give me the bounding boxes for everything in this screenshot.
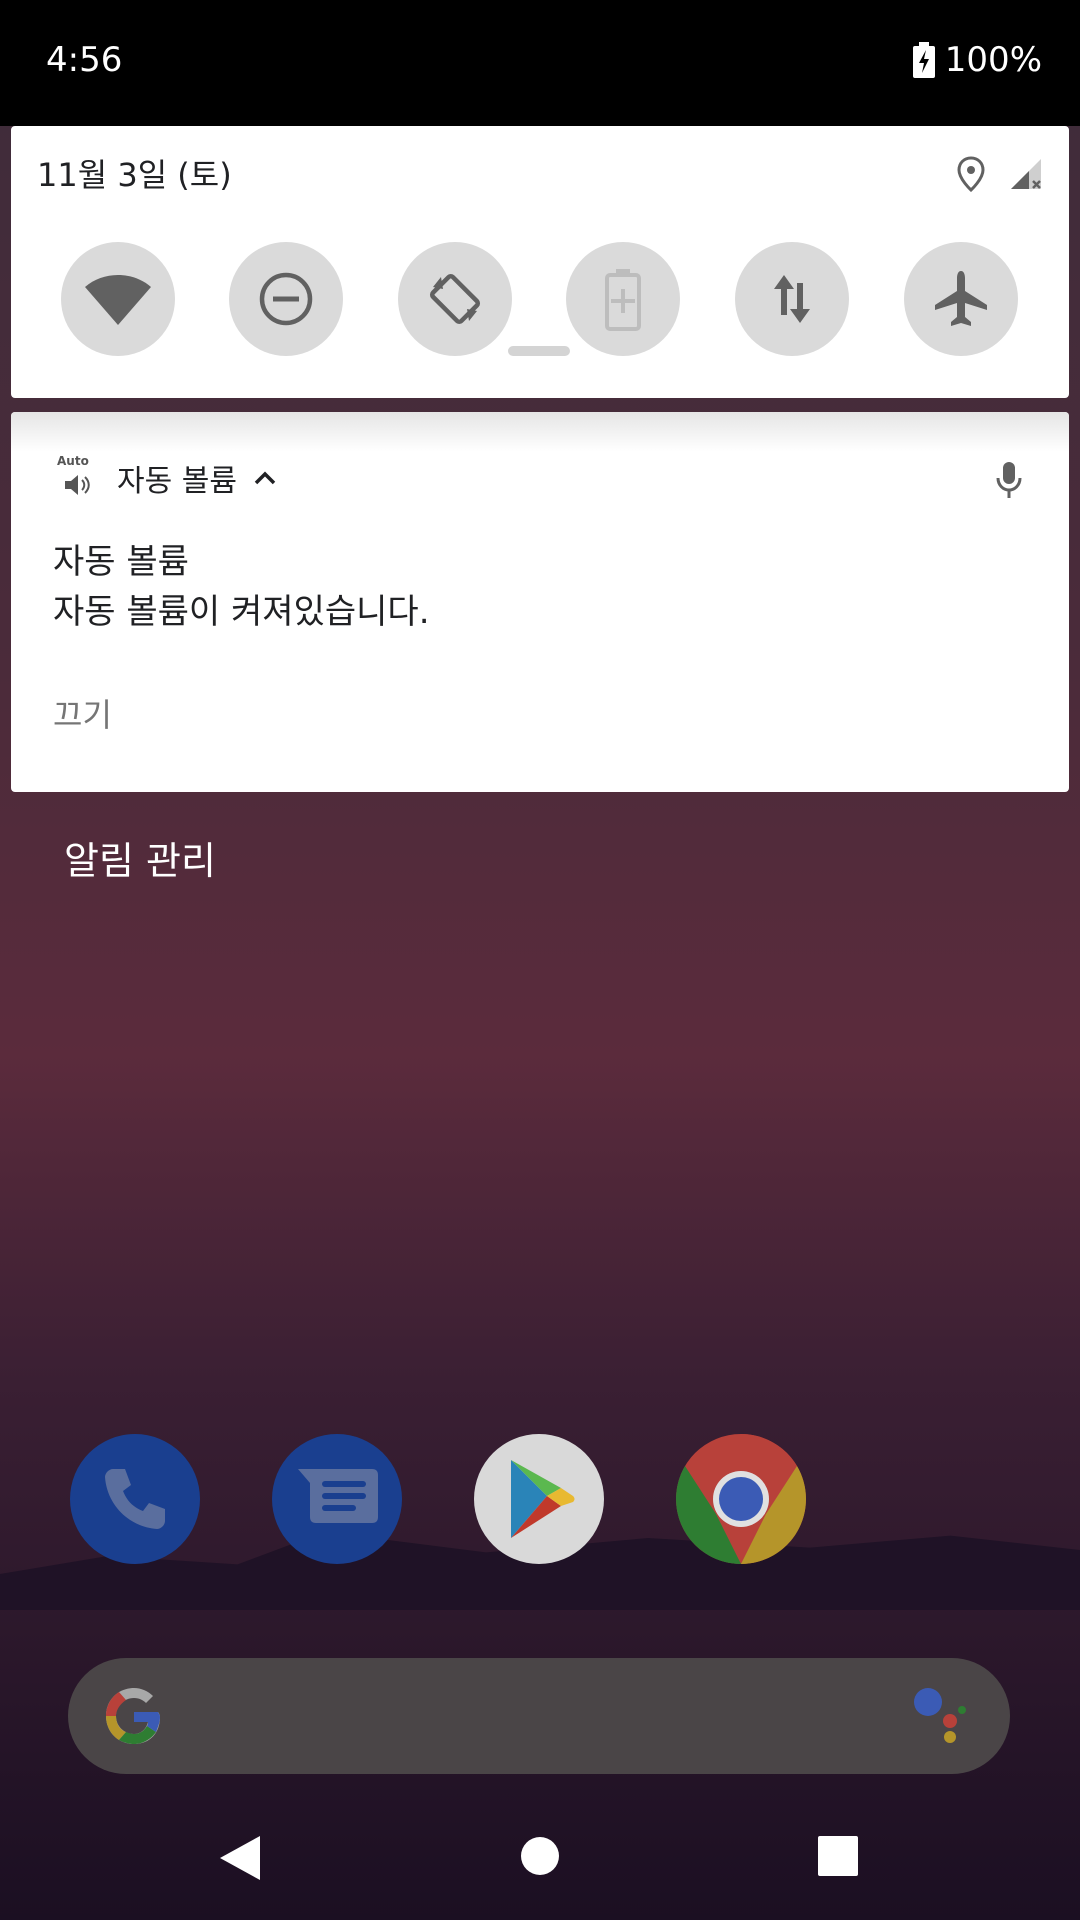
messages-icon xyxy=(298,1469,378,1523)
notification-text: 자동 볼륨이 켜져있습니다. xyxy=(53,592,430,632)
messages-app[interactable] xyxy=(272,1434,402,1564)
chevron-up-icon[interactable] xyxy=(253,470,277,486)
auto-rotate-icon xyxy=(429,273,481,325)
do-not-disturb-tile[interactable] xyxy=(229,242,343,356)
navigation-bar xyxy=(0,1800,1080,1920)
battery-saver-icon xyxy=(605,269,641,331)
chrome-app[interactable] xyxy=(676,1434,806,1564)
qs-date: 11월 3일 (토) xyxy=(37,156,232,194)
battery-saver-tile[interactable] xyxy=(566,242,680,356)
turn-off-button[interactable]: 끄기 xyxy=(53,690,112,736)
notification-title: 자동 볼륨 xyxy=(53,542,189,582)
status-bar: 4:56 100% xyxy=(0,0,1080,126)
manage-notifications-button[interactable]: 알림 관리 xyxy=(64,830,216,885)
battery-charging-icon xyxy=(912,42,935,78)
google-g-icon xyxy=(106,1688,160,1744)
battery-percent: 100% xyxy=(944,40,1042,80)
notification-header[interactable]: Auto 자동 볼륨 xyxy=(57,454,277,502)
notification-app-name: 자동 볼륨 xyxy=(117,464,237,499)
recents-icon[interactable] xyxy=(818,1836,858,1876)
phone-app[interactable] xyxy=(70,1434,200,1564)
airplane-mode-icon xyxy=(935,271,987,326)
location-icon xyxy=(957,156,985,192)
google-search-bar[interactable] xyxy=(68,1658,1010,1774)
airplane-mode-tile[interactable] xyxy=(904,242,1018,356)
play-store-app[interactable] xyxy=(474,1434,604,1564)
mobile-data-tile[interactable] xyxy=(735,242,849,356)
signal-no-sim-icon xyxy=(1011,159,1041,189)
battery-indicator: 100% xyxy=(912,40,1042,80)
wifi-tile[interactable] xyxy=(61,242,175,356)
play-store-icon xyxy=(511,1460,575,1538)
notification-card[interactable]: Auto 자동 볼륨 자동 볼륨 자동 볼륨이 켜져있습니다. 끄기 xyxy=(11,412,1069,792)
quick-settings-panel: 11월 3일 (토) xyxy=(11,126,1069,398)
wifi-icon xyxy=(85,275,151,325)
qs-drag-handle[interactable] xyxy=(508,346,570,356)
phone-icon xyxy=(105,1469,165,1529)
home-icon[interactable] xyxy=(520,1836,560,1876)
do-not-disturb-icon xyxy=(259,272,313,326)
back-icon[interactable] xyxy=(218,1834,262,1882)
microphone-icon xyxy=(996,462,1022,498)
chrome-icon xyxy=(676,1434,806,1564)
mobile-data-icon xyxy=(774,275,810,323)
speaker-icon xyxy=(65,475,90,495)
auto-rotate-tile[interactable] xyxy=(398,242,512,356)
google-assistant-icon xyxy=(914,1688,966,1743)
status-time: 4:56 xyxy=(46,40,123,80)
auto-volume-app-icon: Auto xyxy=(57,454,101,502)
